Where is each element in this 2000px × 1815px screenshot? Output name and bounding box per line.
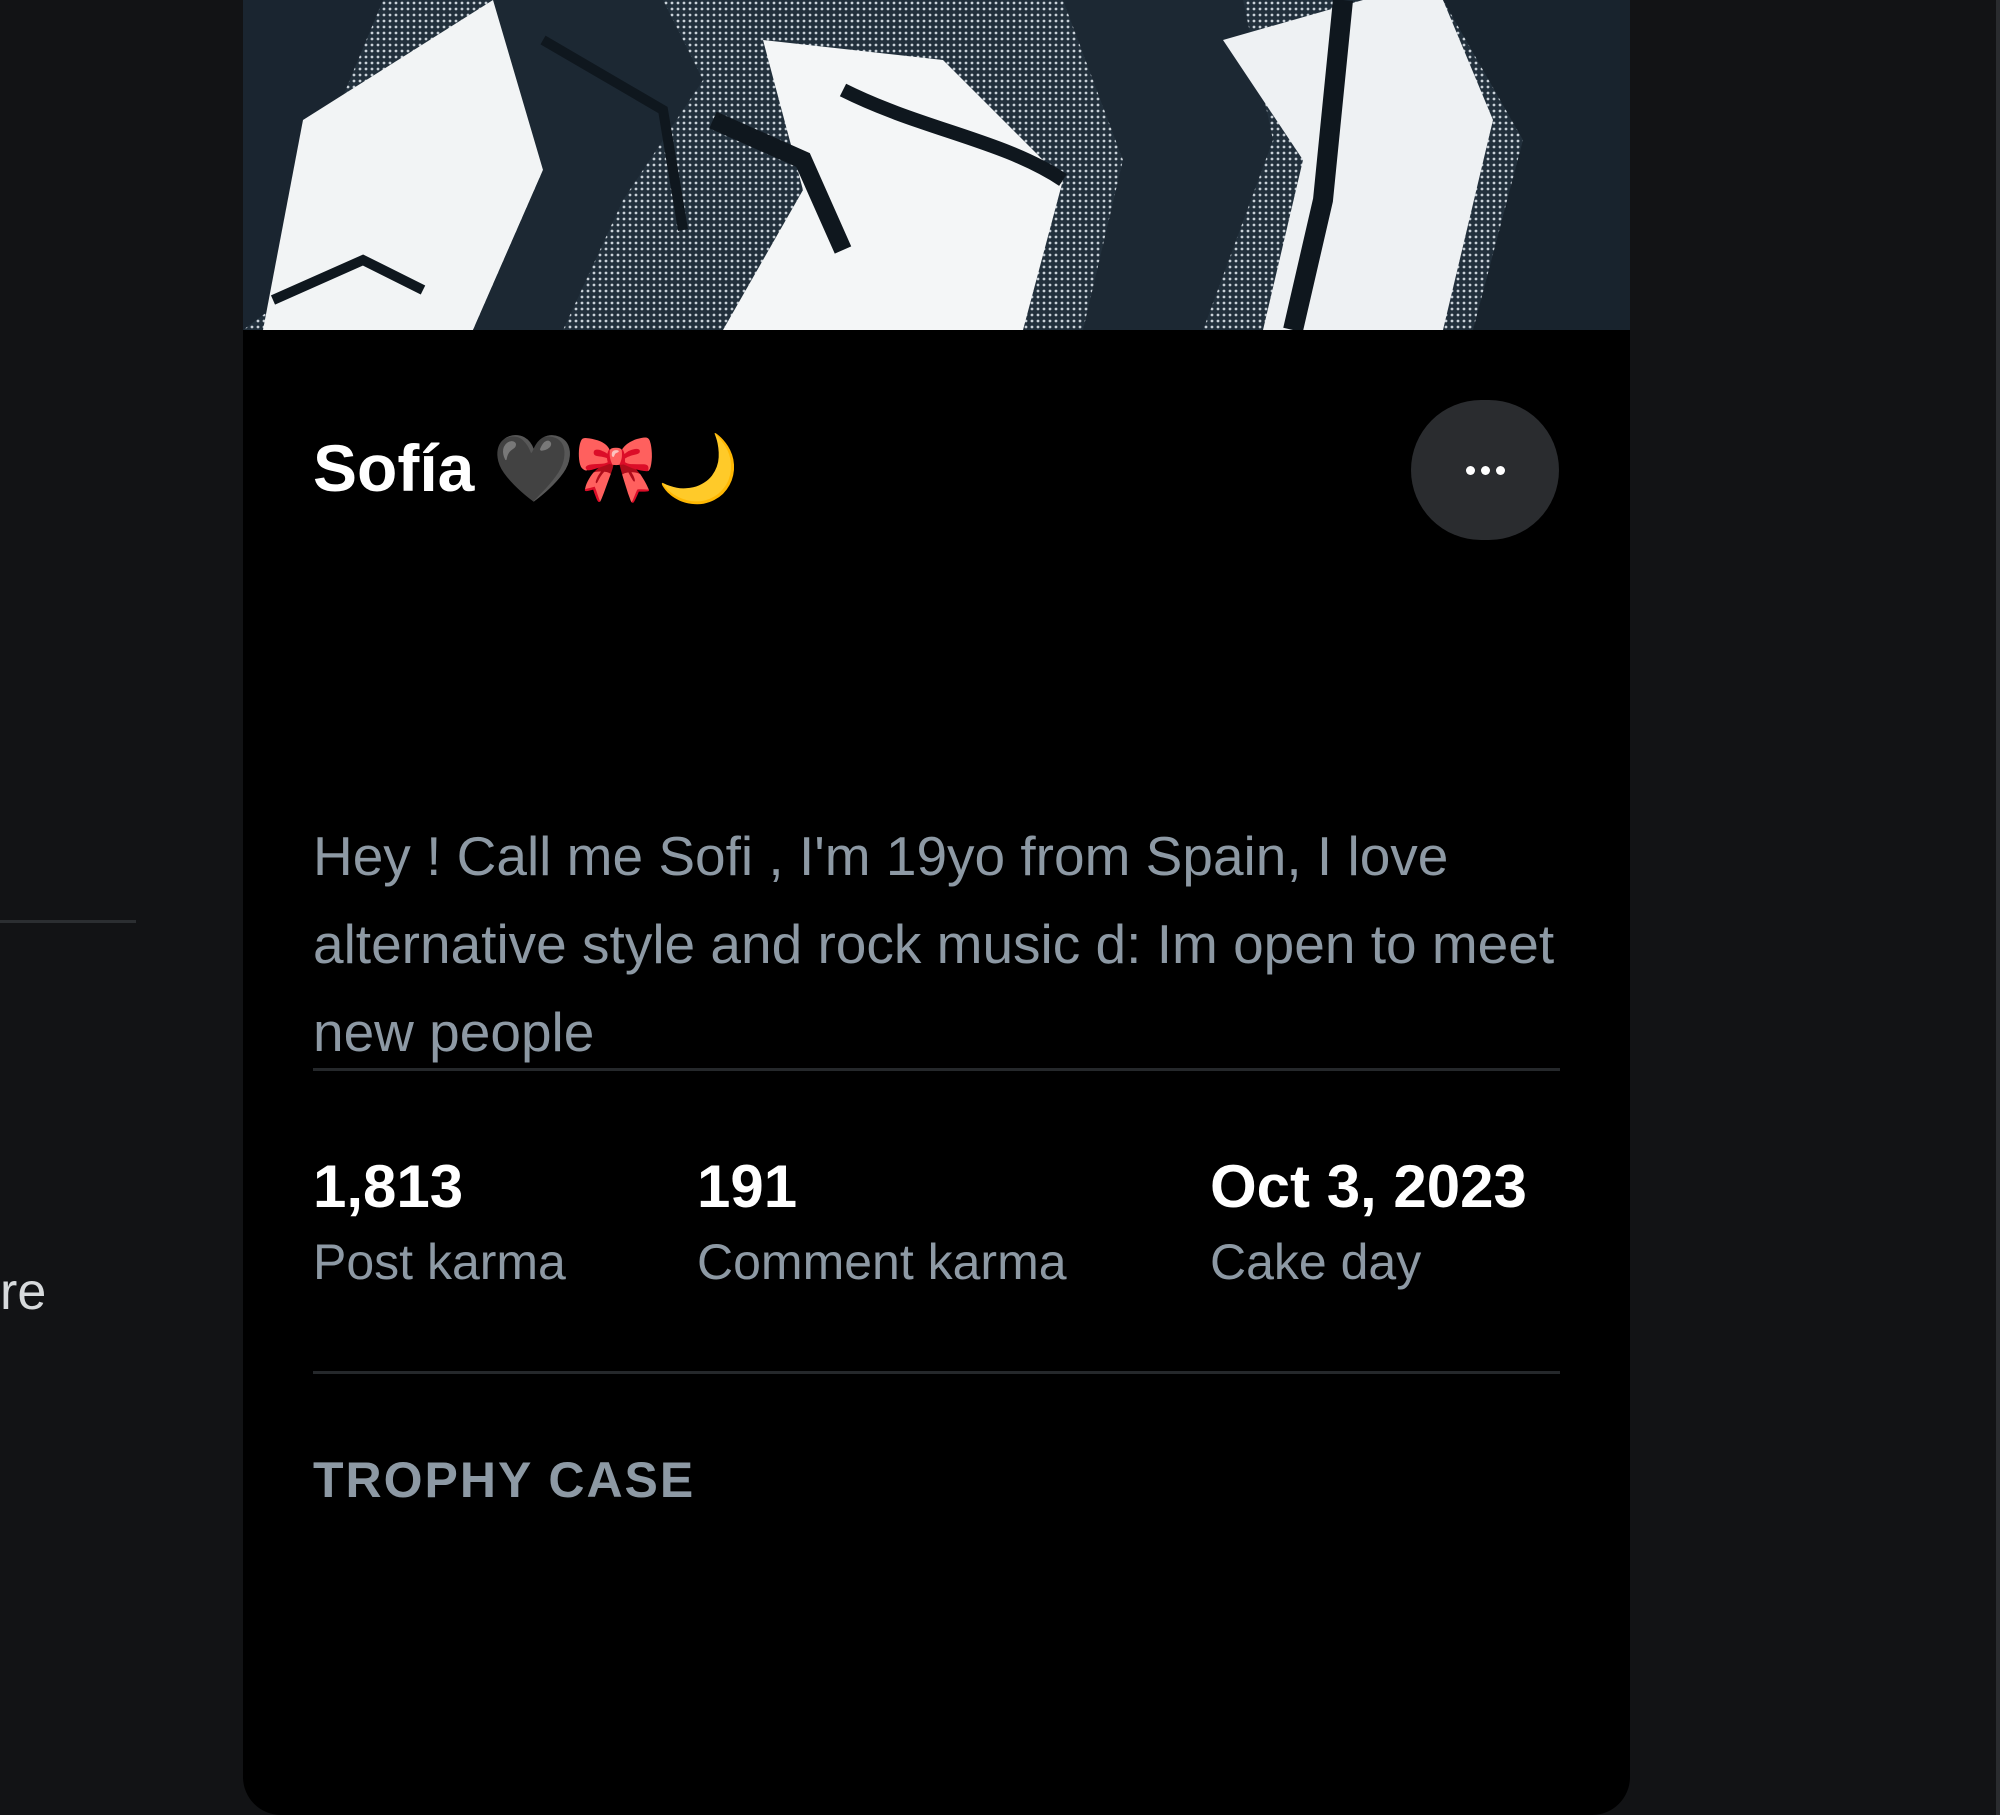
right-scroll-edge [1996,0,2000,1815]
more-options-button[interactable] [1411,400,1559,540]
comment-karma-value: 191 [697,1153,798,1220]
profile-banner-image [243,0,1630,330]
profile-bio: Hey ! Call me Sofi , I'm 19yo from Spain… [313,825,1555,1063]
cake-day-label: Cake day [1210,1234,1422,1290]
trophy-case-heading: TROPHY CASE [313,1452,696,1508]
cake-day-value: Oct 3, 2023 [1210,1153,1527,1220]
profile-display-name: Sofía 🖤🎀🌙 [313,431,740,505]
post-karma-stat: 1,813 Post karma [313,1150,566,1292]
profile-card: Sofía 🖤🎀🌙 Hey ! Call me Sofi , I'm 19yo … [243,0,1630,1815]
post-karma-value: 1,813 [313,1153,464,1220]
post-karma-label: Post karma [313,1234,566,1290]
stats-bottom-divider [313,1371,1560,1374]
comment-karma-label: Comment karma [697,1234,1067,1290]
stats-top-divider [313,1068,1560,1071]
comment-karma-stat: 191 Comment karma [697,1150,1067,1292]
cake-day-stat: Oct 3, 2023 Cake day [1210,1150,1527,1292]
left-panel-text-fragment: re [0,1263,47,1321]
left-panel-divider [0,920,136,923]
ellipsis-icon [1465,465,1505,475]
